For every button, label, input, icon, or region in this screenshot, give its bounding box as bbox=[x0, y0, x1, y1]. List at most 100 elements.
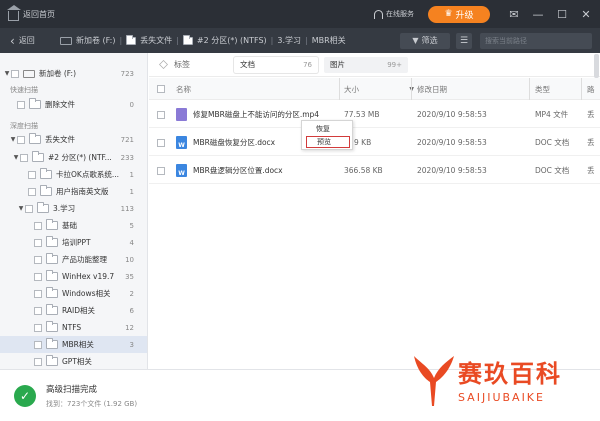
tree-item-count: 5 bbox=[129, 221, 134, 230]
nav-bar: ‹ 返回 新加卷 (F:) | 丢失文件 | #2 分区(*) (NTFS) |… bbox=[0, 28, 600, 53]
chevron-down-icon[interactable]: ▼ bbox=[9, 136, 17, 143]
watermark-text: 赛玖百科 bbox=[458, 360, 562, 388]
sidebar-tree: ▼ 新加卷 (F:) 723 快速扫描 删除文件 0 深度扫描 ▼ 丢失文件 7… bbox=[0, 53, 148, 369]
breadcrumb-item[interactable]: MBR相关 bbox=[312, 35, 346, 46]
tree-item-lost-files[interactable]: ▼ 丢失文件 721 bbox=[0, 131, 147, 148]
online-service-button[interactable]: 在线服务 bbox=[374, 9, 414, 19]
filter-button[interactable]: ▼ 筛选 bbox=[400, 32, 450, 49]
menu-item-recover[interactable]: 恢复 bbox=[306, 123, 350, 135]
checkbox[interactable] bbox=[34, 272, 42, 281]
folder-icon bbox=[126, 34, 137, 45]
file-modified: 2020/9/10 9:58:53 bbox=[417, 166, 487, 175]
tree-item-raid[interactable]: RAID相关 6 bbox=[0, 302, 147, 319]
tree-item-count: 1 bbox=[129, 170, 134, 179]
checkbox[interactable] bbox=[34, 221, 42, 230]
scrollbar-thumb[interactable] bbox=[594, 54, 599, 78]
upgrade-button[interactable]: ♛ 升级 bbox=[428, 5, 490, 23]
tree-item-label: MBR相关 bbox=[62, 340, 94, 349]
table-row[interactable]: W MBR磁盘恢复分区.docx 9 KB 2020/9/10 9:58:53 … bbox=[149, 129, 600, 156]
breadcrumb-item[interactable]: 丢失文件 bbox=[140, 35, 172, 46]
tree-item-count: 35 bbox=[125, 272, 134, 281]
checkbox[interactable] bbox=[34, 289, 42, 298]
folder-icon bbox=[46, 321, 58, 332]
tree-item-partition[interactable]: ▼ #2 分区(*) (NTF... 233 bbox=[0, 149, 147, 166]
tab-count: 99+ bbox=[387, 60, 402, 69]
tree-item-gpt[interactable]: GPT相关 bbox=[0, 353, 147, 369]
tree-item-count: 721 bbox=[120, 135, 134, 144]
tab-documents[interactable]: 文档 76 bbox=[234, 56, 318, 73]
checkbox[interactable] bbox=[34, 238, 42, 247]
column-name[interactable]: 名称 bbox=[176, 78, 191, 100]
context-menu: 恢复 预览 bbox=[301, 120, 353, 150]
row-checkbox[interactable] bbox=[157, 138, 165, 147]
checkbox[interactable] bbox=[28, 170, 36, 179]
tree-item-count: 0 bbox=[129, 100, 134, 109]
checkbox[interactable] bbox=[25, 204, 33, 213]
tree-item-user-guide[interactable]: 用户指南英文版 1 bbox=[0, 183, 147, 200]
checkbox[interactable] bbox=[34, 255, 42, 264]
checkbox[interactable] bbox=[20, 153, 28, 162]
folder-icon bbox=[182, 34, 193, 45]
checkbox[interactable] bbox=[34, 357, 42, 366]
scan-status-summary: 找到：723个文件 (1.92 GB) bbox=[46, 399, 138, 408]
watermark: 赛玖百科 SAIJIUBAIKE bbox=[408, 344, 594, 414]
tree-item-winhex[interactable]: WinHex v19.7 35 bbox=[0, 268, 147, 285]
title-bar: 返回首页 在线服务 ♛ 升级 ✉ — ☐ ✕ bbox=[0, 0, 600, 28]
minimize-button[interactable]: — bbox=[528, 4, 548, 24]
breadcrumb: 新加卷 (F:) | 丢失文件 | #2 分区(*) (NTFS) | 3.学习… bbox=[60, 34, 346, 46]
breadcrumb-item[interactable]: 3.学习 bbox=[277, 35, 301, 46]
tree-item-training-ppt[interactable]: 培训PPT 4 bbox=[0, 234, 147, 251]
tree-item-karaoke[interactable]: 卡拉OK点歌系统... 1 bbox=[0, 166, 147, 183]
column-size[interactable]: 大小 ▼ bbox=[344, 78, 414, 100]
row-checkbox[interactable] bbox=[157, 110, 165, 119]
tree-item-study[interactable]: ▼ 3.学习 113 bbox=[0, 200, 147, 217]
message-button[interactable]: ✉ bbox=[504, 4, 524, 24]
column-type[interactable]: 类型 bbox=[535, 78, 550, 100]
tree-item-mbr[interactable]: MBR相关 3 bbox=[0, 336, 147, 353]
tree-item-windows[interactable]: Windows相关 2 bbox=[0, 285, 147, 302]
checkbox[interactable] bbox=[11, 69, 19, 78]
tree-item-label: RAID相关 bbox=[62, 306, 96, 315]
checkbox[interactable] bbox=[28, 187, 36, 196]
tree-item-deleted-files[interactable]: 删除文件 0 bbox=[0, 96, 147, 113]
breadcrumb-item[interactable]: #2 分区(*) (NTFS) bbox=[197, 35, 267, 46]
breadcrumb-item[interactable]: 新加卷 (F:) bbox=[76, 35, 115, 46]
checkbox[interactable] bbox=[17, 135, 25, 144]
chevron-down-icon[interactable]: ▼ bbox=[3, 70, 11, 77]
column-modified[interactable]: 修改日期 bbox=[417, 78, 447, 100]
select-all-checkbox-cell[interactable] bbox=[157, 78, 169, 100]
file-type: MP4 文件 bbox=[535, 110, 569, 119]
tree-item-drive[interactable]: ▼ 新加卷 (F:) 723 bbox=[0, 65, 147, 82]
checkbox[interactable] bbox=[34, 340, 42, 349]
tab-images[interactable]: 图片 99+ bbox=[324, 56, 408, 73]
folder-icon bbox=[46, 270, 58, 281]
file-path: 丢 bbox=[587, 166, 595, 175]
tree-item-product-features[interactable]: 产品功能整理 10 bbox=[0, 251, 147, 268]
checkbox[interactable] bbox=[17, 100, 25, 109]
folder-icon bbox=[46, 338, 58, 349]
folder-icon bbox=[46, 236, 58, 247]
list-view-button[interactable]: ☰ bbox=[456, 32, 472, 49]
tree-item-ntfs[interactable]: NTFS 12 bbox=[0, 319, 147, 336]
column-path[interactable]: 路 bbox=[587, 78, 595, 100]
select-all-checkbox[interactable] bbox=[157, 85, 165, 93]
tree-item-label: 基础 bbox=[62, 221, 77, 230]
back-button[interactable]: ‹ 返回 bbox=[0, 34, 60, 48]
home-label: 返回首页 bbox=[23, 9, 55, 19]
chevron-down-icon[interactable]: ▼ bbox=[17, 205, 25, 212]
tree-item-label: Windows相关 bbox=[62, 289, 111, 298]
maximize-button[interactable]: ☐ bbox=[552, 4, 572, 24]
search-input[interactable] bbox=[480, 32, 592, 49]
table-row[interactable]: W MBR盘逻辑分区位置.docx 366.58 KB 2020/9/10 9:… bbox=[149, 157, 600, 184]
watermark-subtext: SAIJIUBAIKE bbox=[458, 391, 545, 404]
table-row[interactable]: 修复MBR磁盘上不能访问的分区.mp4 77.53 MB 2020/9/10 9… bbox=[149, 101, 600, 128]
home-button[interactable]: 返回首页 bbox=[0, 4, 55, 21]
checkbox[interactable] bbox=[34, 323, 42, 332]
tree-item-basics[interactable]: 基础 5 bbox=[0, 217, 147, 234]
tree-item-label: WinHex v19.7 bbox=[62, 272, 115, 281]
checkbox[interactable] bbox=[34, 306, 42, 315]
row-checkbox[interactable] bbox=[157, 166, 165, 175]
chevron-down-icon[interactable]: ▼ bbox=[12, 154, 20, 161]
menu-item-preview[interactable]: 预览 bbox=[306, 136, 350, 148]
close-button[interactable]: ✕ bbox=[576, 4, 596, 24]
